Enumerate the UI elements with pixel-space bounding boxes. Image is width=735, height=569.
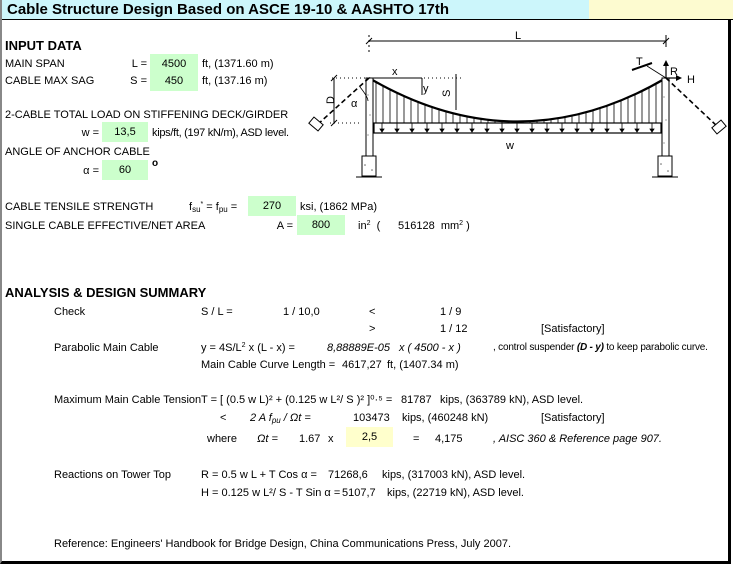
main-span-unit: ft, (1371.60 m) [202,58,274,70]
parabolic-coef: 8,88889E-05 [327,342,390,354]
strength-input[interactable]: 270 [248,196,296,216]
load-symbol: w = [81,127,99,139]
omega-times: x [328,433,334,445]
load-label: 2-CABLE TOTAL LOAD ON STIFFENING DECK/GI… [5,109,289,121]
parabolic-expr: x ( 4500 - x ) [399,342,461,354]
title-bar: Cable Structure Design Based on ASCE 19-… [2,0,733,20]
left-anchor-block [308,116,324,132]
degree-symbol: o [152,158,159,169]
page-title: Cable Structure Design Based on ASCE 19-… [7,1,450,18]
reaction-h-formula: H = 0.125 w L²/ S - T Sin α = [201,487,341,499]
title-right-cell[interactable] [589,0,733,19]
omega-symbol: Ωt = [257,433,278,445]
worksheet: Cable Structure Design Based on ASCE 19-… [0,0,733,564]
check-lt: < [369,306,376,318]
input-heading: INPUT DATA [5,38,82,53]
summary-heading: ANALYSIS & DESIGN SUMMARY [5,285,207,300]
omega-a: 1.67 [299,433,321,445]
capacity-formula: 2 A fpu / Ωt = [250,412,311,425]
suspension-bridge-diagram: L x y S D α w T R H [308,30,727,178]
diagram-label-w: w [505,140,514,152]
area-label: SINGLE CABLE EFFECTIVE/NET AREA [5,220,206,232]
reaction-h-unit: kips, (22719 kN), ASD level. [387,487,524,499]
omega-result: 4,175 [435,433,463,445]
check-value: 1 / 10,0 [283,306,320,318]
reaction-r-unit: kips, (317003 kN), ASD level. [382,469,526,481]
main-span-label: MAIN SPAN [5,58,65,70]
reaction-r-value: 71268,6 [328,469,368,481]
tension-status: [Satisfactory] [541,412,605,424]
reaction-h-value: 5107,7 [342,487,376,499]
area-symbol: A = [276,220,293,232]
parabolic-formula: y = 4S/L2 x (L - x) = [201,342,295,354]
diagram-label-alpha: α [351,98,358,110]
strength-unit: ksi, (1862 MPa) [300,201,378,213]
max-sag-label: CABLE MAX SAG [5,75,95,87]
main-span-symbol: L = [131,58,147,70]
area-input[interactable]: 800 [297,215,345,235]
load-input[interactable]: 13,5 [102,122,148,142]
diagram-label-L: L [515,30,521,42]
diagram-label-H: H [687,74,695,86]
capacity-value: 103473 [353,412,390,424]
diagram-label-x: x [392,66,398,78]
tension-formula: T = [ (0.5 w L)² + (0.125 w L²/ S )² ]⁰·… [201,394,393,406]
omega-reference: , AISC 360 & Reference page 907. [493,433,662,445]
curve-length-label: Main Cable Curve Length = [201,359,336,371]
angle-input[interactable]: 60 [102,160,148,180]
max-sag-symbol: S = [130,75,147,87]
parabolic-note: , control suspender (D - y) to keep para… [493,342,708,353]
curve-length-unit: ft, (1407.34 m) [387,359,459,371]
check-lt-value: 1 / 9 [440,306,462,318]
reaction-r-formula: R = 0.5 w L + T Cos α = [201,469,317,481]
reactions-label: Reactions on Tower Top [54,469,171,481]
strength-symbol: fsu* = fpu = [189,201,238,214]
omega-factor-input[interactable]: 2,5 [346,427,393,447]
diagram-label-y: y [423,83,429,95]
capacity-unit: kips, (460248 kN) [402,412,489,424]
check-label: Check [54,306,86,318]
parabolic-label: Parabolic Main Cable [54,342,159,354]
check-gt-value: 1 / 12 [440,323,468,335]
tension-label: Maximum Main Cable Tension [54,394,202,406]
curve-length-value: 4617,27 [342,359,382,371]
area-mm: 516128 mm2 ) [398,220,470,232]
diagram-label-T: T [636,56,643,68]
diagram-label-D: D [325,96,337,104]
reference-note: Reference: Engineers' Handbook for Bridg… [54,538,512,550]
diagram-label-S: S [441,90,453,97]
main-cable [368,77,667,123]
check-status: [Satisfactory] [541,323,605,335]
load-unit: kips/ft, (197 kN/m), ASD level. [152,127,289,139]
max-sag-unit: ft, (137.16 m) [202,75,268,87]
check-formula: S / L = [201,306,233,318]
diagram-label-R: R [670,66,678,78]
angle-label: ANGLE OF ANCHOR CABLE [5,146,150,158]
angle-symbol: α = [83,165,99,177]
area-unit: in2 ( [358,220,381,232]
where-label: where [207,433,237,445]
strength-label: CABLE TENSILE STRENGTH [5,201,154,213]
max-sag-input[interactable]: 450 [150,71,198,91]
omega-eq: = [413,433,420,445]
tension-unit: kips, (363789 kN), ASD level. [440,394,584,406]
capacity-lt: < [220,412,227,424]
check-gt: > [369,323,376,335]
tension-value: 81787 [401,394,432,406]
